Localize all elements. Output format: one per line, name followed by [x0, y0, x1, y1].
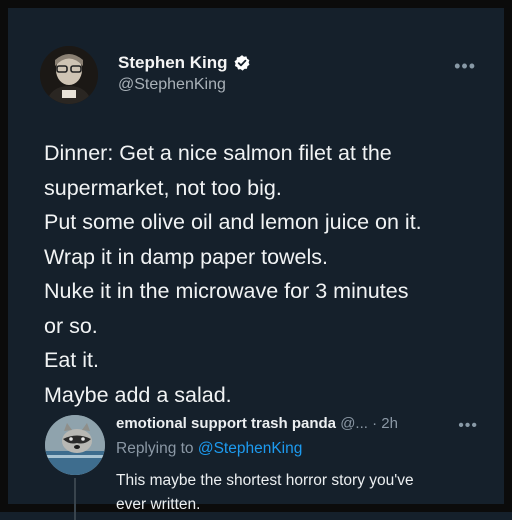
author-handle[interactable]: @StephenKing — [118, 76, 226, 94]
tweet-screenshot: Stephen King @StephenKing ••• Dinner: Ge… — [0, 0, 512, 520]
more-options-icon[interactable]: ••• — [454, 56, 476, 77]
reply-avatar[interactable] — [45, 415, 105, 475]
raccoon-image — [45, 415, 105, 475]
author-avatar[interactable] — [40, 46, 98, 104]
tweet-line: Put some olive oil and lemon juice on it… — [44, 210, 422, 234]
reply-timestamp[interactable]: 2h — [381, 415, 398, 432]
replying-to: Replying to @StephenKing — [116, 440, 302, 458]
tweet-line: Maybe add a salad. — [44, 382, 232, 407]
reply-author-name[interactable]: emotional support trash panda — [116, 415, 336, 432]
reply-line: This maybe the shortest horror story you… — [116, 472, 414, 489]
tweet-line: Wrap it in damp paper towels. — [44, 244, 329, 269]
tweet-line: Eat it. — [44, 348, 99, 372]
portrait-image — [40, 46, 98, 104]
replying-to-label: Replying to — [116, 440, 194, 457]
verified-badge-icon — [234, 55, 250, 71]
tweet-line: or so. — [44, 313, 98, 338]
separator-dot: · — [372, 415, 378, 432]
replying-to-mention[interactable]: @StephenKing — [198, 440, 303, 457]
tweet-line: supermarket, not too big. — [44, 175, 282, 200]
reply-author-handle[interactable]: @... — [340, 415, 368, 432]
reply-more-options-icon[interactable]: ••• — [458, 417, 478, 435]
author-name[interactable]: Stephen King — [118, 53, 228, 73]
tweet-text: Dinner: Get a nice salmon filet at the s… — [44, 136, 494, 412]
author-name-row[interactable]: Stephen King — [118, 53, 251, 73]
tweet-line: Nuke it in the microwave for 3 minutes — [44, 279, 409, 303]
reply-header: emotional support trash panda @... · 2h — [116, 415, 398, 432]
thread-connector — [74, 478, 76, 520]
reply-text: This maybe the shortest horror story you… — [116, 469, 496, 517]
reply-line: ever written. — [116, 496, 201, 513]
tweet-line: Dinner: Get a nice salmon filet at the — [44, 141, 392, 165]
